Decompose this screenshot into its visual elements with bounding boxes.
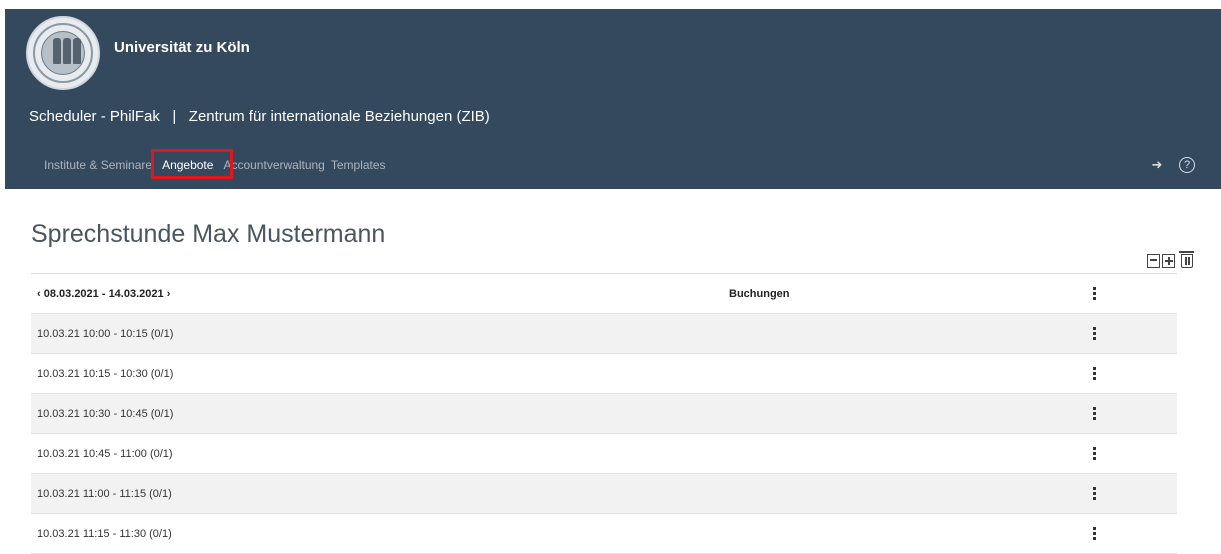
seal-figure <box>53 38 61 64</box>
calendar-add-icon[interactable] <box>1162 254 1175 268</box>
highlight-box <box>151 149 234 179</box>
nav-item-accountverwaltung[interactable]: Accountverwaltung <box>223 158 324 172</box>
more-icon[interactable] <box>1092 487 1096 500</box>
table-row[interactable]: 10.03.21 10:15 - 10:30 (0/1) <box>31 354 1177 394</box>
more-icon[interactable] <box>1092 447 1096 460</box>
calendar-icon[interactable] <box>1147 254 1160 268</box>
more-icon[interactable] <box>1092 287 1096 300</box>
slot-label: 10.03.21 10:15 - 10:30 (0/1) <box>37 367 174 380</box>
page-title: Sprechstunde Max Mustermann <box>31 220 386 248</box>
more-icon[interactable] <box>1092 407 1096 420</box>
slots-table: ‹ 08.03.2021 - 14.03.2021 › Buchungen 10… <box>31 273 1177 554</box>
nav-item-templates[interactable]: Templates <box>331 158 386 172</box>
table-header-row: ‹ 08.03.2021 - 14.03.2021 › Buchungen <box>31 274 1177 314</box>
table-row[interactable]: 10.03.21 10:45 - 11:00 (0/1) <box>31 434 1177 474</box>
table-row[interactable]: 10.03.21 11:15 - 11:30 (0/1) <box>31 514 1177 554</box>
seal-figure <box>73 38 81 64</box>
logout-icon[interactable]: ➜ <box>1149 157 1165 173</box>
nav-item-angebote[interactable]: Angebote <box>151 149 234 179</box>
more-icon[interactable] <box>1092 367 1096 380</box>
slot-label: 10.03.21 10:45 - 11:00 (0/1) <box>37 447 173 460</box>
university-name[interactable]: Universität zu Köln <box>114 39 250 56</box>
nav-item-institute[interactable]: Institute & Seminare <box>44 158 152 172</box>
toolbar <box>1147 251 1194 268</box>
more-icon[interactable] <box>1092 527 1096 540</box>
main-nav: Institute & Seminare Angebote Accountver… <box>44 149 392 179</box>
more-icon[interactable] <box>1092 327 1096 340</box>
table-row[interactable]: 10.03.21 10:30 - 10:45 (0/1) <box>31 394 1177 434</box>
seal-figure <box>63 38 71 64</box>
column-header-bookings: Buchungen <box>729 287 790 300</box>
slot-label: 10.03.21 11:00 - 11:15 (0/1) <box>37 487 172 500</box>
app-subtitle: Scheduler - PhilFak | Zentrum für intern… <box>29 108 490 125</box>
trash-icon[interactable] <box>1179 251 1194 268</box>
slot-label: 10.03.21 10:00 - 10:15 (0/1) <box>37 327 174 340</box>
table-row[interactable]: 10.03.21 11:00 - 11:15 (0/1) <box>31 474 1177 514</box>
header-icons: ➜ ? <box>1149 157 1195 173</box>
table-row[interactable]: 10.03.21 10:00 - 10:15 (0/1) <box>31 314 1177 354</box>
app-header: Universität zu Köln Scheduler - PhilFak … <box>5 9 1221 189</box>
help-icon[interactable]: ? <box>1179 157 1195 173</box>
university-seal-logo[interactable] <box>26 16 100 90</box>
slot-label: 10.03.21 11:15 - 11:30 (0/1) <box>37 527 172 540</box>
next-week-button[interactable]: › <box>167 288 171 300</box>
prev-week-button[interactable]: ‹ <box>37 288 41 300</box>
slot-label: 10.03.21 10:30 - 10:45 (0/1) <box>37 407 174 420</box>
date-range-nav: ‹ 08.03.2021 - 14.03.2021 › <box>31 288 729 300</box>
date-range-label: 08.03.2021 - 14.03.2021 <box>43 287 164 300</box>
